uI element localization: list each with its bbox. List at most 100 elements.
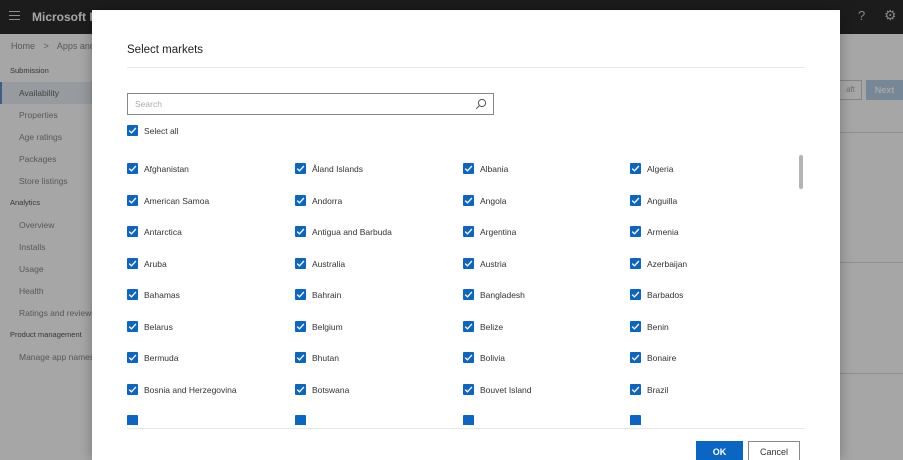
checkbox-checked-icon[interactable] [463, 163, 474, 174]
market-label: Barbados [647, 290, 684, 300]
checkbox-checked-icon[interactable] [630, 289, 641, 300]
market-label: Belarus [144, 322, 173, 332]
checkbox-checked-icon[interactable] [630, 258, 641, 269]
market-label: Azerbaijan [647, 259, 688, 269]
market-checkbox-item[interactable]: Anguilla [630, 195, 787, 208]
market-checkbox-item[interactable]: Belize [463, 321, 623, 334]
select-all-label: Select all [144, 126, 179, 136]
market-checkbox-item[interactable]: Algeria [630, 163, 787, 176]
market-checkbox-item[interactable]: Benin [630, 321, 787, 334]
search-input[interactable] [128, 94, 468, 114]
market-label: Andorra [312, 196, 343, 206]
checkbox-checked-icon[interactable] [127, 125, 138, 136]
market-checkbox-item[interactable]: Austria [463, 258, 623, 271]
market-label: Antarctica [144, 227, 182, 237]
market-checkbox-item[interactable]: Bhutan [295, 352, 455, 365]
market-label: American Samoa [144, 196, 210, 206]
checkbox-checked-icon[interactable] [295, 352, 306, 363]
market-label: Austria [480, 259, 507, 269]
checkbox-checked-icon[interactable] [295, 384, 306, 395]
checkbox-checked-icon[interactable] [295, 321, 306, 332]
market-checkbox-item[interactable]: Andorra [295, 195, 455, 208]
scrollbar-thumb[interactable] [799, 155, 803, 189]
search-icon[interactable] [475, 98, 487, 110]
market-label: Bouvet Island [480, 385, 532, 395]
market-label: Armenia [647, 227, 679, 237]
market-checkbox-item[interactable]: Barbados [630, 289, 787, 302]
checkbox-checked-icon[interactable] [463, 289, 474, 300]
market-checkbox-item[interactable]: Bermuda [127, 352, 287, 365]
divider [127, 67, 804, 68]
checkbox-checked-icon[interactable] [295, 258, 306, 269]
market-checkbox-item[interactable]: Bahamas [127, 289, 287, 302]
checkbox-checked-icon[interactable] [630, 163, 641, 174]
market-label: Bermuda [144, 353, 179, 363]
checkbox-checked-icon[interactable] [463, 352, 474, 363]
market-checkbox-item[interactable]: Australia [295, 258, 455, 271]
market-label: Belize [480, 322, 504, 332]
checkbox-checked-icon[interactable] [127, 352, 138, 363]
market-checkbox-item[interactable]: Botswana [295, 384, 455, 397]
checkbox-checked-icon[interactable] [463, 415, 474, 425]
checkbox-checked-icon[interactable] [295, 415, 306, 425]
market-checkbox-item[interactable]: Bolivia [463, 352, 623, 365]
ok-button[interactable]: OK [696, 441, 743, 460]
market-checkbox-item[interactable]: Bosnia and Herzegovina [127, 384, 287, 397]
checkbox-checked-icon[interactable] [630, 321, 641, 332]
market-label: Australia [312, 259, 346, 269]
market-checkbox-item[interactable]: Argentina [463, 226, 623, 239]
market-checkbox-item[interactable]: Afghanistan [127, 163, 287, 176]
cancel-button[interactable]: Cancel [748, 441, 800, 460]
market-checkbox-item[interactable]: Angola [463, 195, 623, 208]
divider [127, 428, 804, 429]
market-label: Bhutan [312, 353, 339, 363]
market-checkbox-item[interactable]: Bonaire [630, 352, 787, 365]
checkbox-checked-icon[interactable] [630, 352, 641, 363]
markets-grid: Afghanistan Åland Islands Albania Algeria Am… [127, 160, 787, 425]
market-label: Belgium [312, 322, 343, 332]
market-checkbox-item[interactable]: Bouvet Island [463, 384, 623, 397]
checkbox-checked-icon[interactable] [295, 195, 306, 206]
checkbox-checked-icon[interactable] [295, 163, 306, 174]
checkbox-checked-icon[interactable] [463, 226, 474, 237]
checkbox-checked-icon[interactable] [127, 258, 138, 269]
checkbox-checked-icon[interactable] [463, 258, 474, 269]
market-checkbox-item[interactable]: Åland Islands [295, 163, 455, 176]
market-checkbox-item[interactable]: Antigua and Barbuda [295, 226, 455, 239]
checkbox-checked-icon[interactable] [630, 226, 641, 237]
checkbox-checked-icon[interactable] [630, 415, 641, 425]
checkbox-checked-icon[interactable] [295, 289, 306, 300]
checkbox-checked-icon[interactable] [295, 226, 306, 237]
checkbox-checked-icon[interactable] [127, 289, 138, 300]
market-checkbox-item[interactable]: Belgium [295, 321, 455, 334]
market-checkbox-item[interactable]: Bahrain [295, 289, 455, 302]
market-checkbox-item[interactable]: American Samoa [127, 195, 287, 208]
market-checkbox-item[interactable]: Bangladesh [463, 289, 623, 302]
market-checkbox-item[interactable]: Armenia [630, 226, 787, 239]
market-label: Albania [480, 164, 509, 174]
market-label: Afghanistan [144, 164, 189, 174]
market-label: Bahrain [312, 290, 342, 300]
market-label: Algeria [647, 164, 674, 174]
select-all-checkbox[interactable]: Select all [127, 125, 207, 138]
checkbox-checked-icon[interactable] [630, 195, 641, 206]
market-checkbox-item[interactable]: Belarus [127, 321, 287, 334]
checkbox-checked-icon[interactable] [127, 384, 138, 395]
checkbox-checked-icon[interactable] [127, 226, 138, 237]
market-checkbox-item[interactable]: Brazil [630, 384, 787, 397]
checkbox-checked-icon[interactable] [630, 384, 641, 395]
checkbox-checked-icon[interactable] [463, 384, 474, 395]
market-label: Antigua and Barbuda [312, 227, 392, 237]
checkbox-checked-icon[interactable] [127, 415, 138, 425]
checkbox-checked-icon[interactable] [127, 321, 138, 332]
market-label: Bosnia and Herzegovina [144, 385, 237, 395]
market-checkbox-item[interactable]: Antarctica [127, 226, 287, 239]
market-checkbox-item[interactable]: Aruba [127, 258, 287, 271]
checkbox-checked-icon[interactable] [127, 195, 138, 206]
market-checkbox-item[interactable]: Albania [463, 163, 623, 176]
checkbox-checked-icon[interactable] [463, 321, 474, 332]
checkbox-checked-icon[interactable] [463, 195, 474, 206]
market-checkbox-item[interactable]: Azerbaijan [630, 258, 787, 271]
search-box [127, 93, 494, 115]
checkbox-checked-icon[interactable] [127, 163, 138, 174]
